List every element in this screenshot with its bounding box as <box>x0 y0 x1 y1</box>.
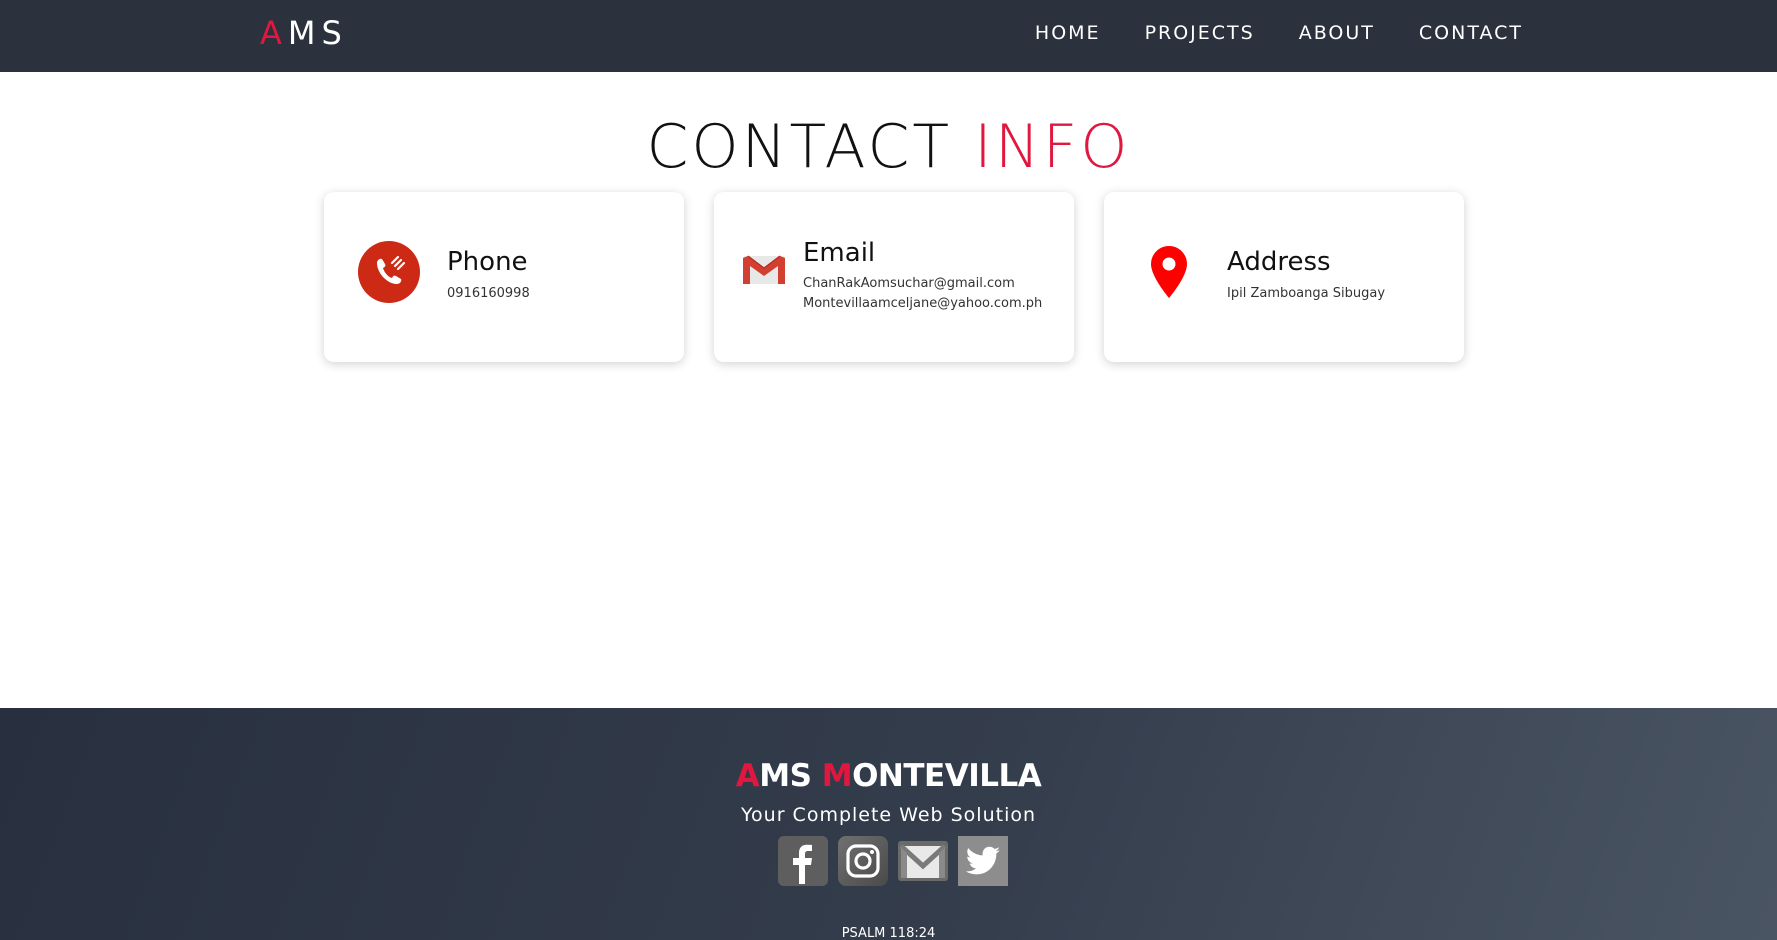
phone-card: Phone 0916160998 <box>324 192 684 362</box>
nav-link-contact[interactable]: CONTACT <box>1419 22 1523 44</box>
email-address-1[interactable]: ChanRakAomsuchar@gmail.com <box>803 276 1015 291</box>
nav-link-about[interactable]: ABOUT <box>1299 22 1375 44</box>
email-address-2[interactable]: Montevillaamceljane@yahoo.com.ph <box>803 296 1042 311</box>
nav-link-projects[interactable]: PROJECTS <box>1145 22 1255 44</box>
address-title: Address <box>1227 247 1331 277</box>
address-text: Ipil Zamboanga Sibugay <box>1227 286 1386 301</box>
phone-number[interactable]: 0916160998 <box>447 286 530 301</box>
mail-icon[interactable] <box>898 836 948 886</box>
page-title-accent: INFO <box>974 112 1131 182</box>
page-title-main: CONTACT <box>646 112 953 182</box>
email-card: Email ChanRakAomsuchar@gmail.com Montevi… <box>714 192 1074 362</box>
phone-title: Phone <box>447 247 528 277</box>
email-title: Email <box>803 238 876 268</box>
facebook-icon[interactable] <box>778 836 828 886</box>
footer-brand: AMS MONTEVILLA <box>0 758 1777 794</box>
address-card: Address Ipil Zamboanga Sibugay <box>1104 192 1464 362</box>
map-pin-icon <box>1151 246 1187 302</box>
nav-link-home[interactable]: HOME <box>1035 22 1101 44</box>
social-links <box>778 836 1008 886</box>
site-logo[interactable]: AMS <box>260 14 348 52</box>
instagram-icon[interactable] <box>838 836 888 886</box>
top-navbar: AMS HOME PROJECTS ABOUT CONTACT <box>0 0 1777 72</box>
page-title: CONTACT INFO <box>0 112 1777 182</box>
phone-icon <box>358 241 420 307</box>
logo-accent-letter: A <box>260 14 288 52</box>
gmail-icon <box>743 254 785 290</box>
footer: AMS MONTEVILLA Your Complete Web Solutio… <box>0 708 1777 940</box>
footer-brand-rest: ONTEVILLA <box>852 758 1042 794</box>
footer-brand-ms: MS <box>759 758 822 794</box>
twitter-icon[interactable] <box>958 836 1008 886</box>
footer-brand-m: M <box>821 758 853 794</box>
footer-brand-a: A <box>735 758 760 794</box>
nav-menu: HOME PROJECTS ABOUT CONTACT <box>1035 22 1523 44</box>
footer-tagline: Your Complete Web Solution <box>740 804 1037 826</box>
footer-verse: PSALM 118:24 <box>841 926 936 940</box>
logo-rest: MS <box>287 14 348 52</box>
